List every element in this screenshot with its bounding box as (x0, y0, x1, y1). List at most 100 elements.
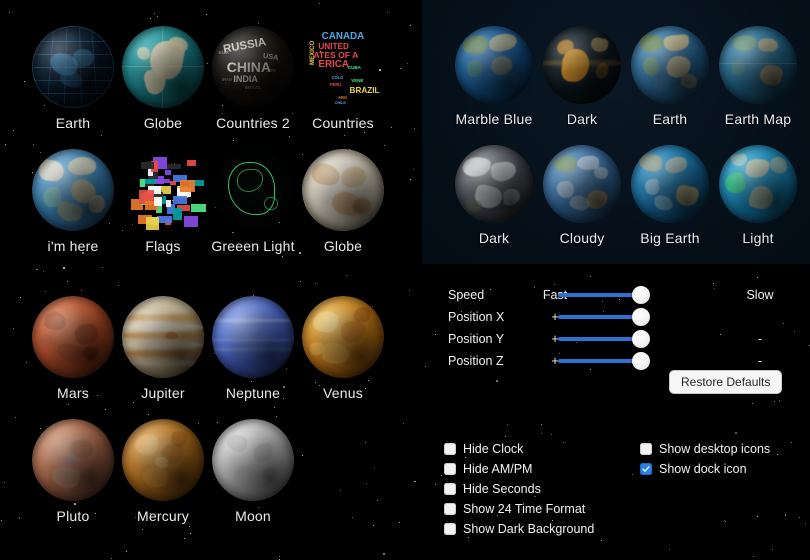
theme-thumbnail (32, 419, 114, 501)
checkbox-row[interactable]: Show Dark Background (444, 519, 594, 538)
theme-thumbnail (122, 149, 206, 231)
slider-knob[interactable] (632, 308, 650, 326)
slider-row: Position X + (440, 307, 800, 327)
checkbox[interactable] (444, 522, 456, 535)
theme-label: Marble Blue (455, 111, 533, 127)
theme-thumbnail (543, 145, 621, 223)
theme-label: Cloudy (559, 230, 605, 246)
checkbox-row[interactable]: Hide Seconds (444, 479, 594, 498)
slider-label: Position Z (448, 354, 504, 368)
theme-label: Light (742, 230, 774, 246)
theme-item[interactable]: Light (714, 145, 802, 246)
slider-row: Position Z + - (440, 351, 800, 371)
theme-item[interactable]: Globe (118, 26, 208, 131)
checkbox[interactable] (444, 442, 456, 455)
checkbox-row[interactable]: Show 24 Time Format (444, 499, 594, 518)
theme-thumbnail (302, 149, 384, 231)
theme-label: Countries 2 (216, 115, 290, 131)
slider-max-label: Slow (746, 288, 774, 302)
checkbox-label: Show 24 Time Format (463, 501, 586, 516)
settings-slider-group: Speed Fast Slow Position X + Position Y + - Posi… (440, 285, 800, 373)
clock-options-checkbox-group: Hide Clock Hide AM/PM Hide Seconds Show 24 … (444, 439, 594, 539)
globe-theme-grid-right: Marble Blue Dark Earth Earth Map Dark Cloudy B… (450, 26, 802, 246)
theme-item[interactable]: CANADA UNITED ATES OF A ERICA MEXICO CUB… (298, 26, 388, 131)
theme-label: Greeen Light (211, 238, 295, 254)
theme-label: Venus (323, 385, 363, 401)
theme-thumbnail (122, 419, 204, 501)
checkbox-label: Hide Clock (463, 441, 524, 456)
theme-item[interactable]: i'm here (28, 149, 118, 254)
theme-thumbnail (455, 26, 533, 104)
theme-item[interactable]: Greeen Light (208, 149, 298, 254)
theme-item[interactable]: Moon (208, 419, 298, 524)
slider-knob[interactable] (632, 352, 650, 370)
theme-item[interactable]: Venus (298, 296, 388, 401)
theme-thumbnail: CANADA UNITED ATES OF A ERICA MEXICO CUB… (308, 30, 380, 106)
theme-item[interactable]: Pluto (28, 419, 118, 524)
theme-item[interactable]: Marble Blue (450, 26, 538, 127)
theme-item[interactable]: Neptune (208, 296, 298, 401)
theme-item[interactable]: Earth (28, 26, 118, 131)
theme-label: Countries (312, 115, 374, 131)
theme-label: Neptune (225, 385, 281, 401)
theme-item[interactable]: Mars (28, 296, 118, 401)
slider-label: Position Y (448, 332, 505, 346)
theme-label: Globe (323, 238, 363, 254)
slider-max-label: - (757, 354, 763, 368)
theme-label: Earth Map (724, 111, 792, 127)
slider-label: Speed (448, 288, 485, 302)
theme-item[interactable]: Earth (626, 26, 714, 127)
wallpaper-picker-window: Earth Globe RUSSIA CHINA INDIA USA EUR JP… (0, 0, 810, 560)
checkbox[interactable] (444, 502, 456, 515)
theme-item[interactable]: Dark (450, 145, 538, 246)
theme-thumbnail (455, 145, 533, 223)
theme-item[interactable]: Cloudy (538, 145, 626, 246)
theme-thumbnail (212, 296, 294, 378)
theme-thumbnail (32, 149, 114, 231)
checkbox-row[interactable]: Hide AM/PM (444, 459, 594, 478)
slider-max-label: - (757, 332, 763, 346)
checkbox-label: Hide AM/PM (463, 461, 533, 476)
theme-thumbnail (122, 26, 204, 108)
planet-theme-grid: Mars Jupiter Neptune Venus Pluto Mercury Moon (28, 296, 388, 524)
checkbox[interactable] (640, 442, 652, 455)
theme-label: Mars (57, 385, 89, 401)
theme-thumbnail (543, 26, 621, 104)
slider-label: Position X (448, 310, 505, 324)
theme-label: i'm here (47, 238, 99, 254)
theme-thumbnail (719, 26, 797, 104)
checkbox-label: Show Dark Background (463, 521, 595, 536)
theme-thumbnail (32, 26, 114, 108)
theme-item[interactable]: Big Earth (626, 145, 714, 246)
theme-label: Earth (652, 111, 688, 127)
theme-label: Dark (478, 230, 510, 246)
theme-item[interactable]: Earth Map (714, 26, 802, 127)
theme-thumbnail (212, 149, 294, 231)
check-icon (642, 465, 650, 472)
theme-item[interactable]: Mercury (118, 419, 208, 524)
theme-item[interactable]: Jupiter (118, 296, 208, 401)
restore-defaults-button[interactable]: Restore Defaults (669, 370, 783, 394)
slider-knob[interactable] (632, 286, 650, 304)
theme-label: Earth (55, 115, 91, 131)
theme-label: Flags (145, 238, 181, 254)
checkbox-row[interactable]: Show dock icon (640, 459, 770, 478)
theme-item[interactable]: Flags (118, 149, 208, 254)
checkbox[interactable] (444, 482, 456, 495)
theme-label: Pluto (56, 508, 90, 524)
theme-item[interactable]: Dark (538, 26, 626, 127)
checkbox[interactable] (640, 462, 652, 475)
theme-label: Moon (235, 508, 271, 524)
checkbox-row[interactable]: Show desktop icons (640, 439, 770, 458)
theme-item[interactable]: RUSSIA CHINA INDIA USA EUR JPN BRAZIL IR… (208, 26, 298, 131)
theme-label: Globe (143, 115, 183, 131)
checkbox[interactable] (444, 462, 456, 475)
slider-knob[interactable] (632, 330, 650, 348)
theme-thumbnail: RUSSIA CHINA INDIA USA EUR JPN BRAZIL IR… (212, 26, 294, 108)
slider-row: Position Y + - (440, 329, 800, 349)
theme-label: Dark (566, 111, 598, 127)
slider-row: Speed Fast Slow (440, 285, 800, 305)
checkbox-row[interactable]: Hide Clock (444, 439, 594, 458)
theme-thumbnail (122, 296, 204, 378)
theme-item[interactable]: Globe (298, 149, 388, 254)
